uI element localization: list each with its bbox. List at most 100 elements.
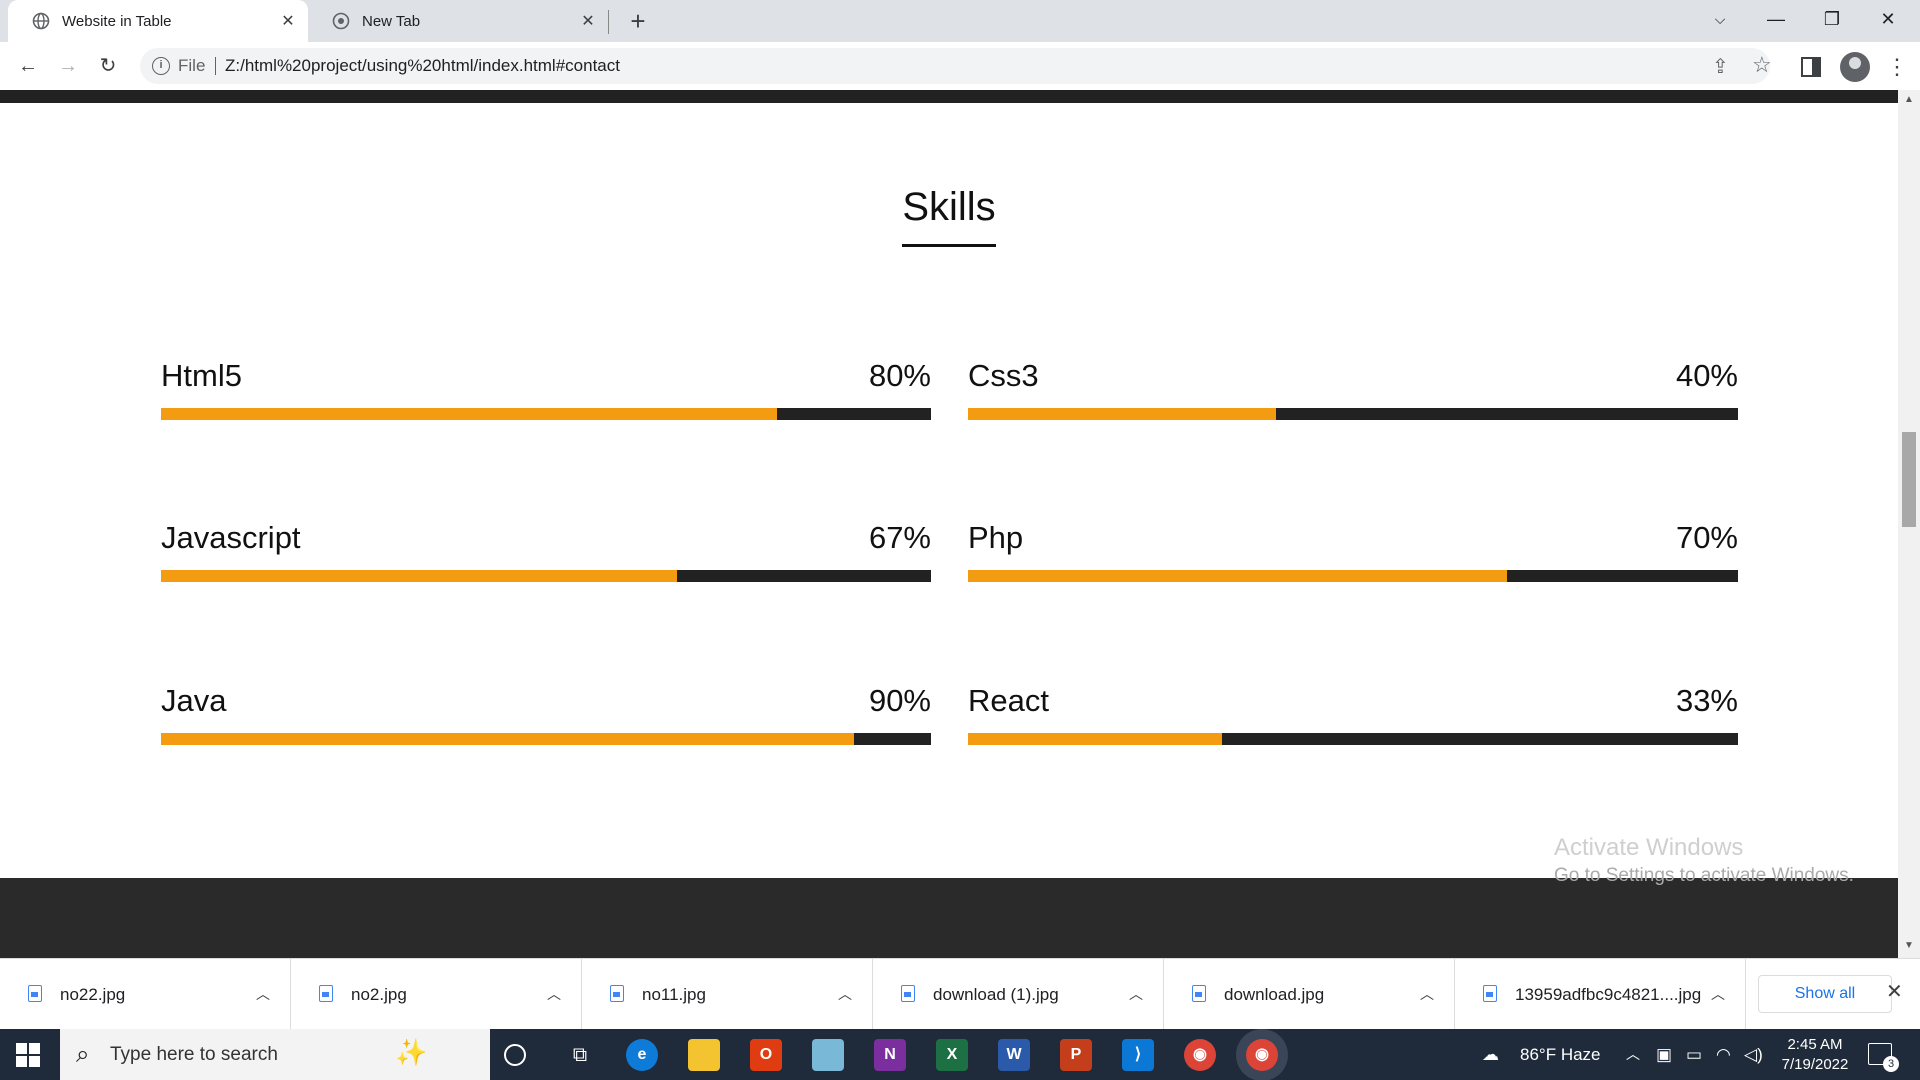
forward-arrow-icon[interactable]: → xyxy=(52,50,84,82)
download-item[interactable]: no22.jpg ︿ xyxy=(0,959,291,1030)
progress-track xyxy=(161,408,931,420)
chevron-up-icon[interactable]: ︿ xyxy=(838,959,852,1030)
progress-track xyxy=(968,570,1738,582)
cortana-icon[interactable] xyxy=(504,1044,526,1066)
scroll-down-icon[interactable]: ▼ xyxy=(1904,940,1914,951)
file-explorer-icon[interactable] xyxy=(688,1039,720,1071)
chrome-icon[interactable]: ◉ xyxy=(1184,1039,1216,1071)
skills-title: Skills xyxy=(902,185,996,247)
progress-track xyxy=(968,408,1738,420)
progress-track xyxy=(161,570,931,582)
info-icon[interactable]: i xyxy=(152,57,170,75)
side-panel-icon[interactable] xyxy=(1800,56,1822,78)
image-file-icon xyxy=(901,985,915,1002)
notification-count: 3 xyxy=(1883,1056,1899,1072)
scrollbar-thumb[interactable] xyxy=(1902,432,1916,527)
close-icon[interactable]: ✕ xyxy=(1886,979,1903,1004)
clock-date: 7/19/2022 xyxy=(1781,1056,1849,1073)
notification-center-icon[interactable]: 3 xyxy=(1868,1043,1899,1072)
wifi-icon[interactable]: ◠ xyxy=(1716,1029,1731,1080)
chevron-up-icon[interactable]: ︿ xyxy=(1626,1029,1640,1080)
image-file-icon xyxy=(1483,985,1497,1002)
office-icon[interactable]: O xyxy=(750,1039,782,1071)
progress-fill xyxy=(968,733,1223,745)
skill-percent: 40% xyxy=(1675,358,1738,393)
screen: Website in Table ✕ New Tab ✕ + ⌵ — ❐ ✕ ←… xyxy=(0,0,1920,1080)
url-text[interactable]: Z:/html%20project/using%20html/index.htm… xyxy=(225,48,620,84)
new-tab-button[interactable]: + xyxy=(624,6,652,36)
skill-name: Javascript xyxy=(161,520,301,555)
header-bar xyxy=(0,90,1898,103)
chrome-icon xyxy=(332,12,350,30)
download-item[interactable]: download (1).jpg ︿ xyxy=(873,959,1164,1030)
window-close-button[interactable]: ✕ xyxy=(1860,0,1916,38)
watermark-title: Activate Windows xyxy=(1554,834,1744,861)
download-filename: no11.jpg xyxy=(642,985,706,1004)
watermark-subtitle: Go to Settings to activate Windows. xyxy=(1554,865,1854,886)
reload-icon[interactable]: ↻ xyxy=(92,50,124,82)
back-arrow-icon[interactable]: ← xyxy=(12,50,44,82)
download-filename: download.jpg xyxy=(1224,985,1325,1004)
tab-separator xyxy=(608,10,609,34)
powerpoint-icon[interactable]: P xyxy=(1060,1039,1092,1071)
skill-name: Php xyxy=(968,520,1024,555)
progress-track xyxy=(161,733,931,745)
chevron-up-icon[interactable]: ︿ xyxy=(1420,959,1434,1030)
word-icon[interactable]: W xyxy=(998,1039,1030,1071)
search-highlight-icon: ✨ xyxy=(395,1037,428,1067)
chevron-up-icon[interactable]: ︿ xyxy=(256,959,270,1030)
meet-now-icon[interactable]: ▣ xyxy=(1656,1029,1672,1080)
scroll-up-icon[interactable]: ▲ xyxy=(1904,94,1914,105)
progress-fill xyxy=(161,733,854,745)
restore-button[interactable]: ❐ xyxy=(1804,0,1860,38)
download-item[interactable]: 13959adfbc9c4821....jpg ︿ xyxy=(1455,959,1746,1030)
image-file-icon xyxy=(610,985,624,1002)
edge-icon[interactable]: e xyxy=(626,1039,658,1071)
image-file-icon xyxy=(1192,985,1206,1002)
tab-new-tab[interactable]: New Tab ✕ xyxy=(308,0,608,42)
globe-icon xyxy=(32,12,50,30)
bookmark-star-icon[interactable]: ☆ xyxy=(1752,52,1772,78)
download-item[interactable]: download.jpg ︿ xyxy=(1164,959,1455,1030)
tab-website-in-table[interactable]: Website in Table ✕ xyxy=(8,0,308,42)
close-icon[interactable]: ✕ xyxy=(576,11,600,31)
footer-section xyxy=(0,878,1898,958)
close-icon[interactable]: ✕ xyxy=(276,11,300,31)
share-icon[interactable]: ⇪ xyxy=(1712,54,1729,79)
chrome-active-icon[interactable]: ◉ xyxy=(1246,1039,1278,1071)
chevron-up-icon[interactable]: ︿ xyxy=(547,959,561,1030)
system-clock[interactable]: 2:45 AM 7/19/2022 xyxy=(1770,1035,1860,1075)
address-bar[interactable]: i File Z:/html%20project/using%20html/in… xyxy=(140,48,1772,84)
volume-icon[interactable]: ◁) xyxy=(1744,1029,1763,1080)
windows-start-icon[interactable] xyxy=(16,1043,40,1067)
skill-name: Css3 xyxy=(968,358,1039,393)
download-filename: no22.jpg xyxy=(60,985,126,1004)
more-menu-icon[interactable]: ⋮ xyxy=(1886,52,1908,82)
minimize-button[interactable]: — xyxy=(1748,0,1804,38)
show-all-button[interactable]: Show all xyxy=(1758,975,1892,1013)
download-filename: 13959adfbc9c4821....jpg xyxy=(1515,985,1702,1004)
download-item[interactable]: no11.jpg ︿ xyxy=(582,959,873,1030)
weather-icon[interactable]: ☁ xyxy=(1482,1029,1499,1080)
image-file-icon xyxy=(319,985,333,1002)
section-heading: Skills xyxy=(0,185,1898,247)
download-item[interactable]: no2.jpg ︿ xyxy=(291,959,582,1030)
skill-percent: 80% xyxy=(868,358,931,393)
weather-text[interactable]: 86°F Haze xyxy=(1520,1029,1601,1080)
vscode-icon[interactable]: ⟩ xyxy=(1122,1039,1154,1071)
activate-windows-watermark: Activate Windows Go to Settings to activ… xyxy=(1554,834,1854,890)
task-view-icon[interactable]: ⧉ xyxy=(564,1039,596,1071)
progress-fill xyxy=(161,408,777,420)
chevron-up-icon[interactable]: ︿ xyxy=(1711,959,1725,1030)
notepad-icon[interactable] xyxy=(812,1039,844,1071)
taskbar-search-box[interactable]: ⌕ Type here to search ✨ xyxy=(60,1029,490,1080)
onenote-icon[interactable]: N xyxy=(874,1039,906,1071)
chevron-up-icon[interactable]: ︿ xyxy=(1129,959,1143,1030)
divider xyxy=(215,57,216,75)
excel-icon[interactable]: X xyxy=(936,1039,968,1071)
profile-avatar-icon[interactable] xyxy=(1840,52,1870,82)
page-scrollbar[interactable]: ▲ ▼ xyxy=(1898,90,1920,958)
skill-name: Html5 xyxy=(161,358,242,393)
tab-search-chevron-icon[interactable]: ⌵ xyxy=(1692,0,1748,38)
battery-icon[interactable]: ▭ xyxy=(1686,1029,1702,1080)
